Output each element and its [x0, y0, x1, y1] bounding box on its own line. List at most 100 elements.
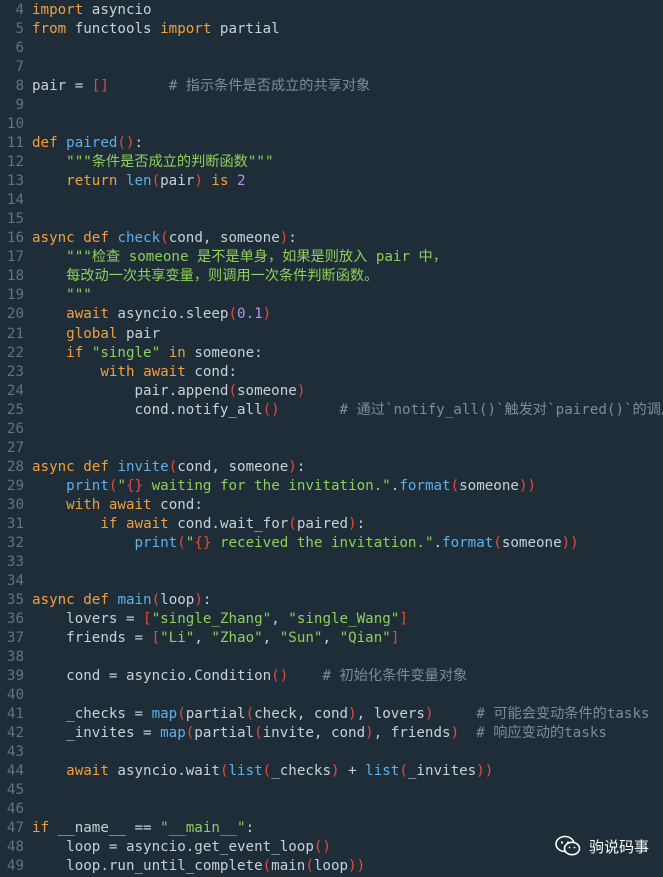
- code-line[interactable]: 34: [0, 572, 663, 591]
- code-token: # 可能会变动条件的tasks: [476, 706, 650, 723]
- code-line[interactable]: 49 loop.run_until_complete(main(loop)): [0, 857, 663, 876]
- code-token: []: [91, 78, 109, 95]
- code-line[interactable]: 12 """条件是否成立的判断函数""": [0, 153, 663, 172]
- code-line[interactable]: 23 with await cond:: [0, 363, 663, 382]
- line-number: 31: [6, 515, 24, 532]
- code-token: def: [83, 591, 109, 608]
- code-token: ): [348, 706, 357, 723]
- code-line[interactable]: 45: [0, 781, 663, 800]
- code-token: paired: [66, 135, 118, 152]
- code-line[interactable]: 20 await asyncio.sleep(0.1): [0, 305, 663, 324]
- code-token: invite: [117, 458, 169, 475]
- code-token: +: [339, 763, 366, 780]
- code-token: [: [143, 610, 152, 627]
- line-number: 39: [6, 668, 24, 685]
- code-token: ": [117, 477, 126, 494]
- line-number: 15: [6, 211, 24, 228]
- code-token: in: [168, 344, 186, 361]
- code-token: )): [518, 477, 537, 494]
- code-token: functools: [66, 21, 161, 38]
- code-token: paired: [296, 515, 349, 532]
- code-line[interactable]: 25 cond.notify_all() # 通过`notify_all()`触…: [0, 401, 663, 420]
- code-token: pair: [117, 325, 161, 342]
- code-token: check: [117, 230, 161, 247]
- code-token: _checks: [271, 763, 331, 780]
- code-line[interactable]: 8 pair = [] # 指示条件是否成立的共享对象: [0, 77, 663, 96]
- code-line[interactable]: 5 from functools import partial: [0, 20, 663, 39]
- code-token: :: [288, 230, 297, 247]
- line-number: 11: [6, 135, 24, 152]
- code-token: :: [134, 135, 144, 152]
- code-token: (): [271, 668, 289, 685]
- code-line[interactable]: 44 await asyncio.wait(list(_checks) + li…: [0, 762, 663, 781]
- code-line[interactable]: 28 async def invite(cond, someone):: [0, 458, 663, 477]
- code-line[interactable]: 14: [0, 191, 663, 210]
- line-number: 7: [15, 59, 24, 76]
- code-token: is: [211, 173, 229, 190]
- code-line[interactable]: 15: [0, 210, 663, 229]
- code-token: """条件是否成立的判断函数""": [66, 154, 274, 171]
- code-line[interactable]: 39 cond = asyncio.Condition() # 初始化条件变量对…: [0, 667, 663, 686]
- code-line[interactable]: 10: [0, 115, 663, 134]
- code-line[interactable]: 31 if await cond.wait_for(paired):: [0, 515, 663, 534]
- line-number: 4: [15, 2, 24, 18]
- code-line[interactable]: 41 _checks = map(partial(check, cond), l…: [0, 705, 663, 724]
- code-token: )): [348, 858, 366, 875]
- line-number: 23: [6, 363, 24, 380]
- code-line[interactable]: 32 print("{} received the invitation.".f…: [0, 534, 663, 553]
- code-token: cond:: [151, 496, 203, 513]
- code-line[interactable]: 21 global pair: [0, 325, 663, 344]
- code-line[interactable]: 7: [0, 58, 663, 77]
- code-token: ): [296, 382, 306, 399]
- code-token: "__main__": [160, 820, 246, 837]
- code-line[interactable]: 18 每改动一次共享变量，则调用一次条件判断函数。: [0, 267, 663, 286]
- code-line[interactable]: 27: [0, 439, 663, 458]
- code-line[interactable]: 19 """: [0, 286, 663, 305]
- code-token: ,: [271, 610, 289, 627]
- line-number: 46: [6, 801, 24, 818]
- code-line[interactable]: 46: [0, 800, 663, 819]
- line-number: 27: [6, 439, 24, 456]
- code-token: (: [262, 858, 272, 875]
- code-line[interactable]: 4 import asyncio: [0, 1, 663, 20]
- code-token: :: [356, 515, 366, 532]
- code-line[interactable]: 11 def paired():: [0, 134, 663, 153]
- code-line[interactable]: 42 _invites = map(partial(invite, cond),…: [0, 724, 663, 743]
- code-token: cond, someone: [177, 458, 289, 475]
- code-line[interactable]: 30 with await cond:: [0, 496, 663, 515]
- code-token: ]: [399, 610, 408, 627]
- code-line[interactable]: 35 async def main(loop):: [0, 591, 663, 610]
- code-line[interactable]: 13 return len(pair) is 2: [0, 172, 663, 191]
- code-line[interactable]: 37 friends = ["Li", "Zhao", "Sun", "Qian…: [0, 629, 663, 648]
- line-number: 38: [6, 649, 24, 666]
- code-line[interactable]: 16 async def check(cond, someone):: [0, 229, 663, 248]
- code-line[interactable]: 29 print ("{} waiting for the invitation.…: [0, 477, 663, 496]
- code-token: 2: [237, 173, 246, 190]
- code-line[interactable]: 38: [0, 648, 663, 667]
- code-line[interactable]: 36 lovers = ["single_Zhang", "single_Wan…: [0, 610, 663, 629]
- code-token: await: [125, 515, 169, 532]
- code-token: )): [561, 534, 579, 551]
- code-line[interactable]: 43: [0, 743, 663, 762]
- line-number: 14: [6, 192, 24, 209]
- code-token: (: [185, 725, 195, 742]
- line-number: 6: [15, 40, 24, 57]
- code-line[interactable]: 33: [0, 553, 663, 572]
- code-token: def: [83, 458, 109, 475]
- code-line[interactable]: 40: [0, 686, 663, 705]
- line-number: 41: [6, 706, 24, 723]
- code-line[interactable]: 9: [0, 96, 663, 115]
- code-line[interactable]: 17 """检查 someone 是不是单身，如果是则放入 pair 中，: [0, 248, 663, 267]
- code-token: "Qian": [339, 629, 391, 646]
- code-line[interactable]: 6: [0, 39, 663, 58]
- code-line[interactable]: 22 if "single" in someone:: [0, 344, 663, 363]
- code-token: "Sun": [279, 629, 323, 646]
- code-line[interactable]: 26: [0, 420, 663, 439]
- code-line[interactable]: 24 pair.append(someone): [0, 382, 663, 401]
- code-editor[interactable]: 4 import asyncio 5 from functools import pa…: [0, 0, 663, 877]
